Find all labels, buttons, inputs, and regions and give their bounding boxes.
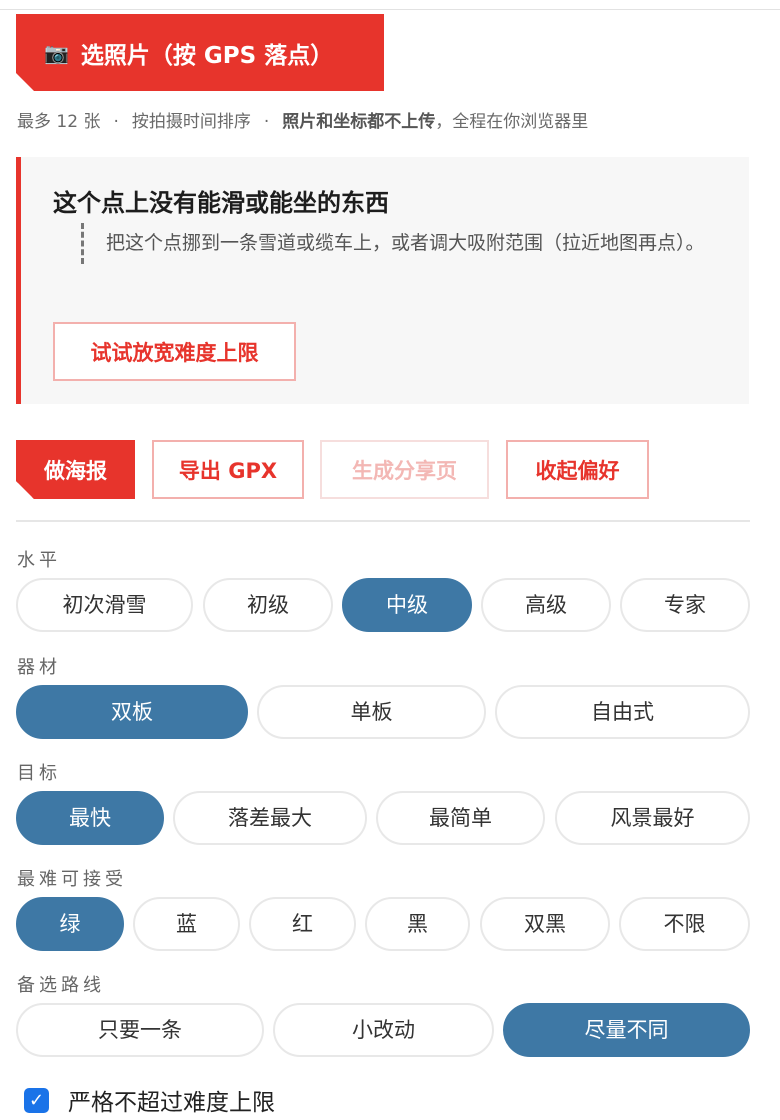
section-divider xyxy=(16,520,750,522)
gear-option[interactable]: 单板 xyxy=(257,685,486,739)
upload-hint: 最多 12 张 · 按拍摄时间排序 · 照片和坐标都不上传，全程在你浏览器里 xyxy=(17,107,588,132)
strict-limit-label: 严格不超过难度上限 xyxy=(68,1090,275,1116)
warning-title: 这个点上没有能滑或能坐的东西 xyxy=(53,189,389,217)
goal-option-selected[interactable]: 最快 xyxy=(16,791,164,845)
hint-privacy-rest: ，全程在你浏览器里 xyxy=(435,112,589,132)
alternatives-option[interactable]: 小改动 xyxy=(273,1003,494,1057)
gear-option-selected[interactable]: 双板 xyxy=(16,685,248,739)
difficulty-option[interactable]: 黑 xyxy=(365,897,470,951)
camera-icon: 📷 xyxy=(44,40,69,65)
difficulty-option-selected[interactable]: 绿 xyxy=(16,897,124,951)
export-gpx-button[interactable]: 导出 GPX xyxy=(152,440,304,499)
strict-limit-checkbox[interactable]: ✓ xyxy=(24,1087,49,1113)
collapse-prefs-button[interactable]: 收起偏好 xyxy=(506,440,649,499)
level-option[interactable]: 专家 xyxy=(620,578,750,632)
alternatives-option-selected[interactable]: 尽量不同 xyxy=(503,1003,750,1057)
level-option-selected[interactable]: 中级 xyxy=(342,578,472,632)
goal-option[interactable]: 落差最大 xyxy=(173,791,367,845)
top-divider xyxy=(0,9,780,10)
difficulty-option[interactable]: 不限 xyxy=(619,897,750,951)
hint-separator: · xyxy=(263,112,270,132)
warning-body: 把这个点挪到一条雪道或缆车上，或者调大吸附范围（拉近地图再点）。 xyxy=(81,223,731,264)
share-page-button[interactable]: 生成分享页 xyxy=(320,440,489,499)
level-option[interactable]: 高级 xyxy=(481,578,611,632)
pick-photos-button[interactable]: 📷 选照片（按 GPS 落点） xyxy=(16,14,384,91)
level-label: 水平 xyxy=(17,550,61,571)
make-poster-button[interactable]: 做海报 xyxy=(16,440,135,499)
alternatives-label: 备选路线 xyxy=(17,975,105,996)
gear-label: 器材 xyxy=(17,657,61,678)
pick-photos-label: 选照片（按 GPS 落点） xyxy=(80,42,334,69)
goal-label: 目标 xyxy=(17,763,61,784)
level-option[interactable]: 初次滑雪 xyxy=(16,578,193,632)
hint-privacy-bold: 照片和坐标都不上传 xyxy=(282,112,436,132)
goal-option[interactable]: 最简单 xyxy=(376,791,545,845)
hint-separator: · xyxy=(113,112,119,132)
relax-difficulty-button[interactable]: 试试放宽难度上限 xyxy=(53,322,296,381)
difficulty-option[interactable]: 蓝 xyxy=(133,897,240,951)
goal-option[interactable]: 风景最好 xyxy=(555,791,750,845)
alternatives-option[interactable]: 只要一条 xyxy=(16,1003,264,1057)
gear-option[interactable]: 自由式 xyxy=(495,685,750,739)
hint-limit: 最多 12 张 xyxy=(17,112,101,132)
difficulty-option[interactable]: 双黑 xyxy=(480,897,610,951)
warning-callout: 这个点上没有能滑或能坐的东西 把这个点挪到一条雪道或缆车上，或者调大吸附范围（拉… xyxy=(16,157,749,404)
level-option[interactable]: 初级 xyxy=(203,578,333,632)
hint-sort: 按拍摄时间排序 xyxy=(131,112,251,132)
difficulty-option[interactable]: 红 xyxy=(249,897,356,951)
max-difficulty-label: 最难可接受 xyxy=(17,869,127,890)
checkmark-icon: ✓ xyxy=(28,1089,45,1111)
strict-limit-row[interactable]: ✓ 严格不超过难度上限 xyxy=(24,1083,275,1117)
